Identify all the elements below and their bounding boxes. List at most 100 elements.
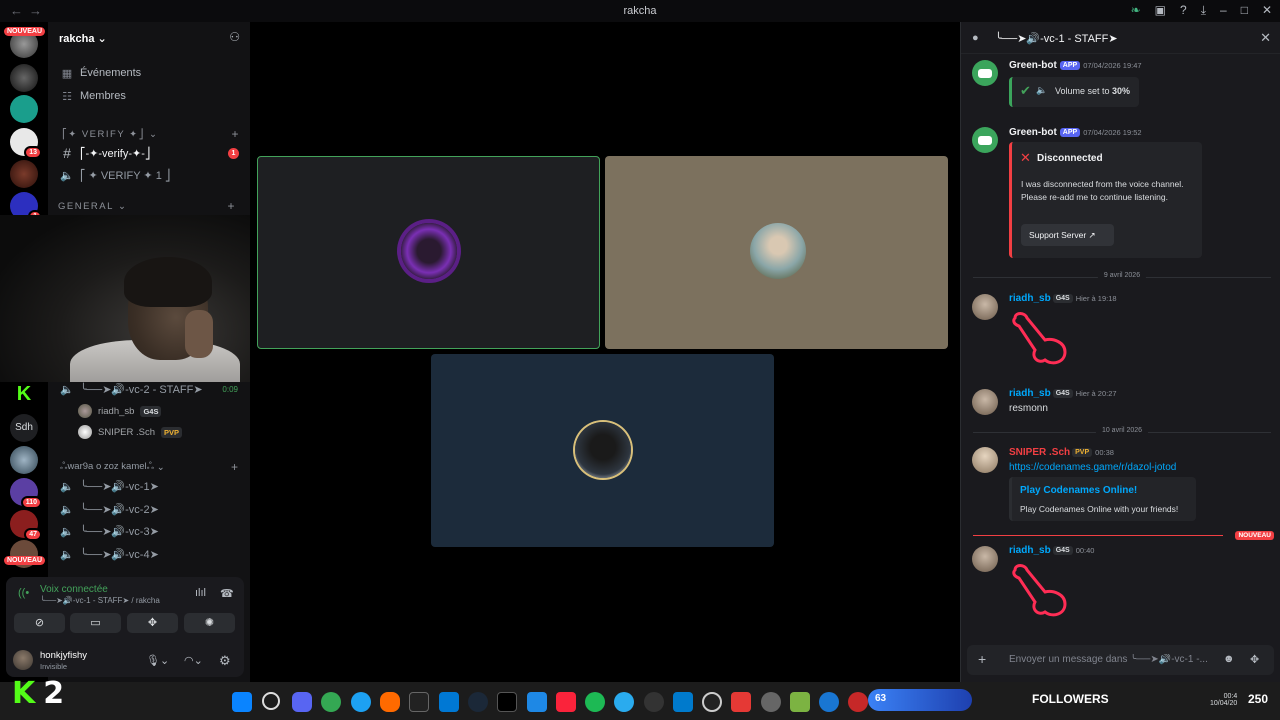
discord-icon[interactable] <box>292 692 312 712</box>
signal-icon[interactable]: ((• <box>18 587 29 599</box>
category-general[interactable]: GENERAL ⌄ + <box>58 196 260 216</box>
store-icon[interactable] <box>439 692 459 712</box>
server-icon[interactable] <box>10 446 38 474</box>
edge-icon[interactable] <box>351 692 371 712</box>
voice-channel[interactable]: 🔈 ╰──➤🔊-vc-2➤ <box>60 499 262 519</box>
participant-tile[interactable] <box>257 156 600 349</box>
emoji-icon[interactable]: ☻ <box>1223 653 1235 665</box>
message-link[interactable]: https://codenames.game/r/dazol-jotod <box>1009 462 1176 473</box>
checkmark-icon: ✔ <box>1020 83 1031 98</box>
server-icon[interactable]: 47 <box>10 510 42 541</box>
inbox-icon[interactable]: ▣ <box>1155 3 1166 18</box>
message-author[interactable]: riadh_sb G4S 00:40 <box>1009 545 1094 556</box>
message-author[interactable]: riadh_sb G4S Hier à 19:18 <box>1009 293 1117 304</box>
settings-gear-icon[interactable]: ⚙ <box>219 653 231 669</box>
server-icon[interactable]: 13 <box>10 128 42 159</box>
participant-tile[interactable] <box>605 156 948 349</box>
avatar[interactable] <box>972 294 998 320</box>
embed-title-link[interactable]: Play Codenames Online! <box>1020 485 1137 496</box>
microphone-icon[interactable]: 🎙⌄ <box>146 654 169 667</box>
voice-channel[interactable]: 🔈 ╰──➤🔊-vc-4➤ <box>60 544 262 564</box>
apps-icon[interactable]: ✥ <box>1250 653 1259 666</box>
server-icon[interactable]: 110 <box>10 478 42 509</box>
message-author[interactable]: SNIPER .Sch PVP 00:38 <box>1009 447 1114 458</box>
minimize-icon[interactable]: – <box>1220 3 1227 18</box>
app-icon[interactable] <box>761 692 781 712</box>
server-icon[interactable]: K <box>10 380 38 408</box>
chrome-icon[interactable] <box>321 692 341 712</box>
server-icon[interactable] <box>10 95 38 123</box>
voice-channel-path[interactable]: ╰──➤🔊-vc-1 - STAFF➤ / rakcha <box>40 596 160 605</box>
minecraft-icon[interactable] <box>790 692 810 712</box>
message-author[interactable]: Green-bot APP 07/04/2026 19:52 <box>1009 127 1142 138</box>
avatar[interactable] <box>972 389 998 415</box>
disconnect-icon[interactable]: ☎ <box>220 587 234 600</box>
server-icon[interactable]: NOUVEAU <box>4 540 46 568</box>
telegram-icon[interactable] <box>614 692 634 712</box>
app-icon[interactable] <box>527 692 547 712</box>
vscode-icon[interactable] <box>673 692 693 712</box>
steam-icon[interactable] <box>468 692 488 712</box>
voice-channel[interactable]: 🔈 ╰──➤🔊-vc-1➤ <box>60 476 262 496</box>
server-icon[interactable] <box>10 160 38 188</box>
guild-header[interactable]: rakcha ⌄ ⚇ <box>48 22 250 54</box>
screen-share-button[interactable]: ▭ <box>70 613 121 633</box>
search-icon[interactable] <box>262 692 280 710</box>
noise-suppression-icon[interactable]: ılıl <box>195 587 206 599</box>
members-item[interactable]: ☷ Membres <box>60 86 262 106</box>
epic-games-icon[interactable] <box>409 692 429 712</box>
add-channel-icon[interactable]: + <box>231 127 240 141</box>
message-composer[interactable]: + Envoyer un message dans ╰──➤🔊-vc-1 -..… <box>967 645 1274 675</box>
obs-icon[interactable] <box>644 692 664 712</box>
voice-user[interactable]: riadh_sb G4S <box>78 402 162 420</box>
events-item[interactable]: ▦ Événements <box>60 63 262 83</box>
server-icon[interactable] <box>10 64 38 92</box>
date-divider: 10 avril 2026 <box>973 427 1271 434</box>
server-icon[interactable]: NOUVEAU <box>4 27 46 58</box>
voice-user[interactable]: SNIPER .Sch PVP <box>78 423 183 441</box>
voice-channel[interactable]: 🔈 ╰──➤🔊-vc-3➤ <box>60 521 262 541</box>
camera-button[interactable]: ⊘ <box>14 613 65 633</box>
app-icon[interactable] <box>848 692 868 712</box>
channel-verify[interactable]: # ⎡-✦-verify-✦-⎦ 1 <box>60 143 262 163</box>
soundboard-button[interactable]: ✺ <box>184 613 235 633</box>
music-icon[interactable] <box>556 692 576 712</box>
avatar[interactable] <box>972 127 998 153</box>
avatar[interactable] <box>972 60 998 86</box>
microphone-app-icon[interactable] <box>380 692 400 712</box>
activities-button[interactable]: ✥ <box>127 613 178 633</box>
avatar[interactable] <box>972 546 998 572</box>
close-window-icon[interactable]: ✕ <box>1262 3 1272 18</box>
message-author[interactable]: riadh_sb G4S Hier à 20:27 <box>1009 388 1117 399</box>
participant-tile[interactable] <box>431 354 774 547</box>
server-icon[interactable]: Sdh <box>10 414 38 442</box>
message-author[interactable]: Green-bot APP 07/04/2026 19:47 <box>1009 60 1142 71</box>
message-input[interactable]: Envoyer un message dans ╰──➤🔊-vc-1 -... <box>1009 654 1214 665</box>
app-icon[interactable] <box>819 692 839 712</box>
add-channel-icon[interactable]: + <box>231 460 238 474</box>
add-friend-icon[interactable]: ⚇ <box>229 30 240 44</box>
windows-start-icon[interactable] <box>232 692 252 712</box>
unread-count: 13 <box>24 146 42 159</box>
support-server-button[interactable]: Support Server ↗ <box>1021 224 1114 246</box>
category-war9a[interactable]: ஃwar9a o zoz kamelஃ ⌄ + <box>60 457 262 477</box>
voice-channel-vc2-staff[interactable]: 🔈 ╰──➤🔊-vc-2 - STAFF➤ 0:09 <box>60 379 262 399</box>
user-name: honkjyfishy <box>40 650 87 661</box>
youtube-icon[interactable] <box>731 692 751 712</box>
avatar[interactable] <box>13 650 33 670</box>
download-icon[interactable]: ⤓ <box>1201 3 1206 18</box>
maximize-icon[interactable]: □ <box>1241 3 1248 18</box>
help-icon[interactable]: ? <box>1180 3 1187 18</box>
close-icon[interactable]: ✕ <box>1260 30 1271 46</box>
unread-count: 110 <box>20 496 42 509</box>
spotify-icon[interactable] <box>585 692 605 712</box>
nitro-leaf-icon[interactable]: ❧ <box>1131 3 1141 18</box>
voice-channel-verify[interactable]: 🔈 ⎡ ✦ VERIFY ✦ 1 ⎦ <box>60 165 262 185</box>
speedometer-icon[interactable] <box>702 692 722 712</box>
avatar[interactable] <box>972 447 998 473</box>
add-channel-icon[interactable]: + <box>227 199 236 213</box>
headphones-icon[interactable]: ◠⌄ <box>184 654 203 667</box>
add-attachment-icon[interactable]: + <box>978 651 986 667</box>
category-verify[interactable]: ⎡✦ VERIFY ✦⎦ ⌄ + <box>62 124 264 144</box>
appletv-icon[interactable] <box>497 692 517 712</box>
